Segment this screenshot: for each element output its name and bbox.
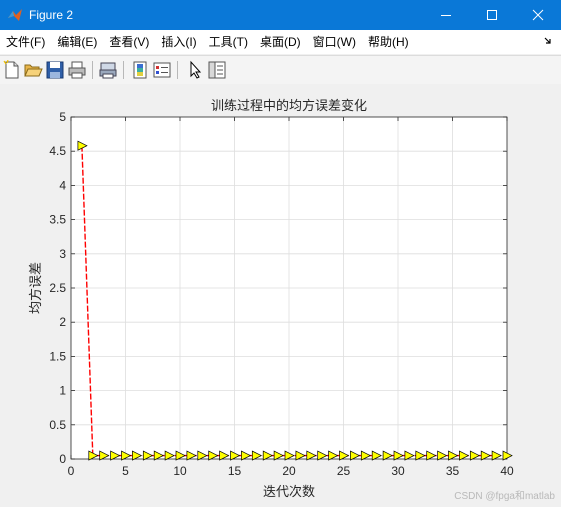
close-icon [532,9,544,21]
window-title: Figure 2 [29,8,74,22]
x-axis-label: 迭代次数 [263,484,315,500]
y-axis-label: 均方误差 [28,262,44,314]
y-tick-label: 2.5 [49,281,66,295]
menu-desktop[interactable]: 桌面(D) [254,30,307,54]
new-figure-icon[interactable] [2,60,22,80]
toolbar-separator [177,61,178,79]
pointer-icon[interactable] [185,60,205,80]
menubar-dock-arrow-icon[interactable] [543,36,553,46]
menu-view[interactable]: 查看(V) [103,30,155,54]
matlab-logo-icon [7,7,23,23]
y-tick-label: 3 [59,247,66,261]
x-tick-label: 35 [446,464,460,478]
print-preview-icon[interactable] [98,60,118,80]
menu-edit[interactable]: 编辑(E) [51,30,103,54]
toolbar-separator [123,61,124,79]
x-tick-label: 30 [391,464,405,478]
y-tick-label: 4.5 [49,144,66,158]
y-tick-label: 1.5 [49,349,66,363]
menu-file[interactable]: 文件(F) [0,30,51,54]
y-tick-label: 0.5 [49,418,66,432]
colorbar-icon[interactable] [130,60,150,80]
y-tick-label: 3.5 [49,213,66,227]
x-tick-label: 15 [228,464,242,478]
figure-toolbar [0,55,561,85]
data-point-marker [502,450,513,461]
menu-window[interactable]: 窗口(W) [307,30,362,54]
x-tick-label: 10 [173,464,187,478]
print-icon[interactable] [67,60,87,80]
watermark-text: CSDN @fpga和matlab [454,491,555,502]
y-tick-label: 1 [59,384,66,398]
plot-svg: 0 5 10 15 20 25 30 35 40 0 0.5 1 1.5 2 2.5 3 3.5 4 4.5 5 训练… [28,98,514,500]
legend-icon[interactable] [152,60,172,80]
menu-help[interactable]: 帮助(H) [362,30,415,54]
minimize-button[interactable] [423,0,469,30]
close-button[interactable] [515,0,561,30]
save-icon[interactable] [45,60,65,80]
maximize-icon [487,10,497,20]
y-tick-label: 2 [59,315,66,329]
maximize-button[interactable] [469,0,515,30]
x-tick-label: 0 [68,464,75,478]
menu-tools[interactable]: 工具(T) [203,30,254,54]
menu-insert[interactable]: 插入(I) [155,30,202,54]
x-tick-label: 25 [337,464,351,478]
chart-title: 训练过程中的均方误差变化 [211,98,367,114]
minimize-icon [441,15,451,16]
figure-window: Figure 2 文件(F) 编辑(E) 查看(V) 插入(I) 工具(T) 桌… [0,0,561,507]
y-tick-label: 0 [59,452,66,466]
y-tick-label: 5 [59,110,66,124]
x-tick-label: 5 [122,464,129,478]
property-inspector-icon[interactable] [207,60,227,80]
x-tick-label: 20 [282,464,296,478]
y-tick-label: 4 [59,178,66,192]
menu-bar: 文件(F) 编辑(E) 查看(V) 插入(I) 工具(T) 桌面(D) 窗口(W… [0,30,561,54]
open-file-icon[interactable] [23,60,43,80]
title-bar[interactable]: Figure 2 [0,0,561,30]
figure-canvas: 0 5 10 15 20 25 30 35 40 0 0.5 1 1.5 2 2.5 3 3.5 4 4.5 5 训练… [0,84,561,507]
x-tick-label: 40 [500,464,514,478]
toolbar-separator [92,61,93,79]
